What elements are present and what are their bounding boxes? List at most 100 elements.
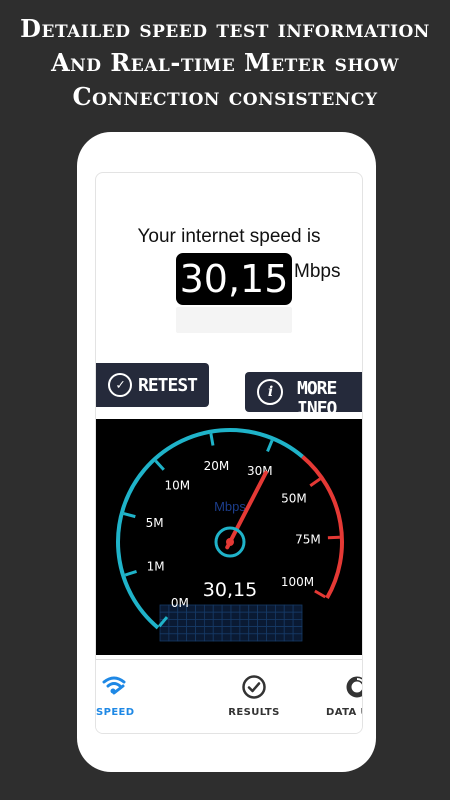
gauge-tick-label: 5M bbox=[146, 516, 164, 530]
grid-cell bbox=[212, 611, 223, 620]
gauge-tick-label: 30M bbox=[247, 464, 273, 478]
gauge-tick-label: 100M bbox=[281, 575, 314, 589]
more-info-label: MORE INFO bbox=[297, 378, 337, 413]
gauge-tick-label: 75M bbox=[295, 533, 321, 547]
grid-cell bbox=[203, 633, 214, 642]
grid-cell bbox=[159, 626, 170, 635]
grid-cell bbox=[203, 618, 214, 627]
nav-item-results-label: RESULTS bbox=[228, 707, 280, 718]
gauge-tick-label: 0M bbox=[171, 596, 189, 610]
grid-cell bbox=[292, 611, 303, 620]
grid-cell bbox=[274, 611, 285, 620]
grid-cell bbox=[239, 604, 250, 613]
grid-cell bbox=[257, 618, 267, 627]
grid-cell bbox=[186, 633, 196, 642]
speed-result-reflection bbox=[176, 307, 292, 333]
grid-cell bbox=[186, 618, 196, 627]
grid-cell bbox=[274, 604, 285, 613]
grid-cell bbox=[177, 633, 188, 642]
grid-cell bbox=[195, 633, 205, 642]
grid-cell bbox=[203, 604, 214, 613]
grid-cell bbox=[292, 604, 303, 613]
grid-cell bbox=[177, 611, 188, 620]
grid-cell bbox=[266, 626, 276, 635]
gauge-tick-label: 10M bbox=[164, 478, 190, 492]
grid-cell bbox=[230, 626, 241, 635]
grid-cell bbox=[212, 618, 223, 627]
grid-cell bbox=[274, 633, 285, 642]
grid-cell bbox=[212, 633, 223, 642]
wifi-icon bbox=[101, 674, 127, 699]
grid-cell bbox=[168, 611, 179, 620]
grid-cell bbox=[168, 626, 179, 635]
nav-item-data-usage[interactable]: DATA US bbox=[326, 660, 362, 733]
more-info-label-line-1: MORE bbox=[297, 378, 337, 399]
more-info-label-line-2: INFO bbox=[297, 398, 337, 413]
gauge-tick-mark bbox=[309, 477, 321, 488]
grid-cell bbox=[203, 626, 214, 635]
nav-item-speed[interactable]: SPEED bbox=[96, 660, 135, 733]
speed-result-unit: Mbps bbox=[294, 261, 341, 282]
grid-cell bbox=[292, 626, 303, 635]
gauge-tick-mark bbox=[266, 439, 274, 453]
grid-cell bbox=[266, 618, 276, 627]
grid-cell bbox=[221, 604, 232, 613]
promo-headline: Detailed speed test information And Real… bbox=[0, 12, 450, 114]
gauge-reading: 30,15 bbox=[203, 579, 257, 601]
grid-cell bbox=[283, 626, 294, 635]
check-circle-icon: ✓ bbox=[108, 373, 132, 397]
grid-cell bbox=[283, 611, 294, 620]
nav-item-results[interactable]: RESULTS bbox=[214, 660, 294, 733]
gauge-tick-mark bbox=[314, 589, 327, 599]
grid-cell bbox=[274, 626, 285, 635]
grid-cell bbox=[159, 633, 170, 642]
headline-line-2: And Real-time Meter show bbox=[51, 48, 399, 77]
grid-cell bbox=[177, 618, 188, 627]
speedometer-svg: 0M 1M 5M 10M 20M 30M 50M 75M 100M Mbps 30,15 bbox=[115, 427, 344, 642]
grid-cell bbox=[257, 611, 267, 620]
grid-cell bbox=[248, 618, 259, 627]
grid-cell bbox=[221, 633, 232, 642]
speedometer: 0M 1M 5M 10M 20M 30M 50M 75M 100M Mbps 30,15 bbox=[96, 419, 362, 655]
app-screen: Your internet speed is 30,15 Mbps ✓ RETE… bbox=[95, 172, 363, 734]
gauge-tick-label: 1M bbox=[147, 559, 165, 573]
gauge-tick-mark bbox=[327, 535, 340, 540]
grid-cell bbox=[230, 618, 241, 627]
grid-cell bbox=[212, 626, 223, 635]
more-info-button[interactable]: i MORE INFO bbox=[245, 372, 362, 412]
speed-result-value: 30,15 bbox=[176, 253, 292, 305]
grid-cell bbox=[177, 626, 188, 635]
grid-cell bbox=[203, 611, 214, 620]
grid-cell bbox=[266, 611, 276, 620]
gauge-unit-label: Mbps bbox=[214, 499, 246, 514]
nav-item-speed-label: SPEED bbox=[96, 707, 135, 718]
grid-cell bbox=[266, 633, 276, 642]
retest-button[interactable]: ✓ RETEST bbox=[96, 363, 209, 407]
grid-cell bbox=[248, 604, 259, 613]
grid-cell bbox=[168, 633, 179, 642]
gauge-tick-mark bbox=[123, 512, 136, 519]
grid-cell bbox=[292, 618, 303, 627]
grid-cell bbox=[159, 604, 170, 613]
gauge-tick-label: 20M bbox=[204, 459, 230, 473]
grid-cell bbox=[257, 626, 267, 635]
grid-cell bbox=[239, 626, 250, 635]
grid-cell bbox=[221, 611, 232, 620]
grid-cell bbox=[283, 633, 294, 642]
grid-cell bbox=[239, 618, 250, 627]
grid-cell bbox=[230, 633, 241, 642]
headline-line-3: Connection consistency bbox=[72, 82, 378, 111]
speed-history-grid bbox=[159, 604, 303, 642]
grid-cell bbox=[283, 604, 294, 613]
grid-cell bbox=[257, 604, 267, 613]
gauge-tick-label: 50M bbox=[281, 491, 307, 505]
grid-cell bbox=[283, 618, 294, 627]
grid-cell bbox=[230, 611, 241, 620]
grid-cell bbox=[195, 604, 205, 613]
grid-cell bbox=[239, 633, 250, 642]
grid-cell bbox=[195, 611, 205, 620]
grid-cell bbox=[195, 618, 205, 627]
grid-cell bbox=[248, 633, 259, 642]
speed-result-label: Your internet speed is bbox=[137, 226, 321, 247]
grid-cell bbox=[248, 611, 259, 620]
